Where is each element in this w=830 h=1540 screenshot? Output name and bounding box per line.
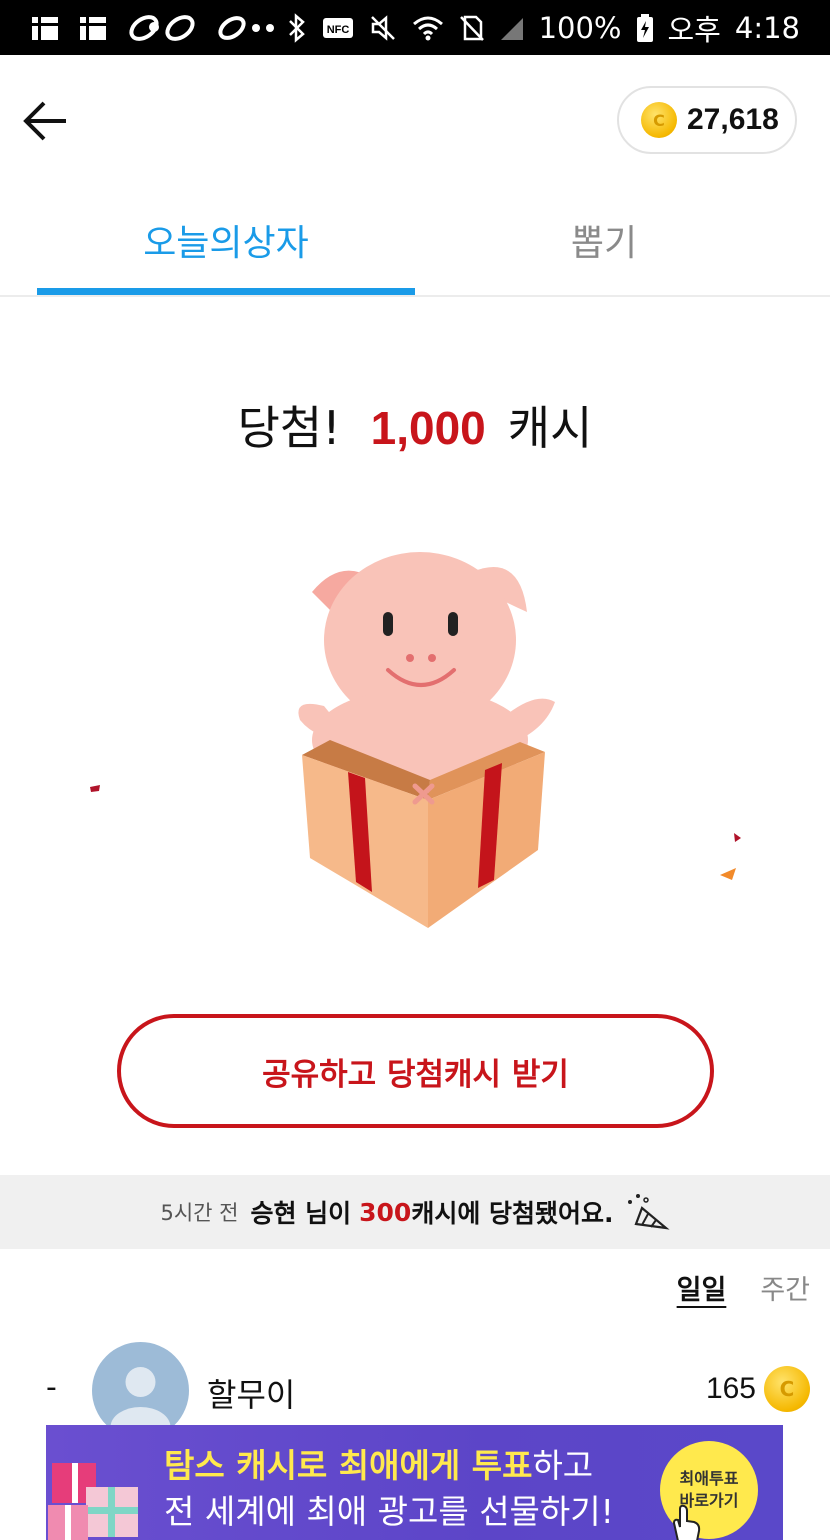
tab-todays-box[interactable]: 오늘의상자 — [37, 185, 415, 295]
notice-suffix: 캐시에 당첨됐어요. — [411, 1199, 614, 1228]
back-button[interactable] — [18, 93, 74, 149]
link-icon — [218, 15, 274, 40]
ad-headline-rest: 하고 — [532, 1446, 594, 1485]
period-daily[interactable]: 일일 — [677, 1268, 727, 1307]
wifi-icon — [412, 16, 443, 40]
ad-banner[interactable]: 탐스 캐시로 최애에게 투표하고 전 세계에 최애 광고를 선물하기! 최애투표… — [46, 1425, 783, 1540]
battery-charging-icon — [636, 13, 653, 42]
confetti-piece — [720, 868, 736, 880]
gift-boxes-icon — [48, 1463, 138, 1540]
hand-pointer-icon — [672, 1504, 701, 1540]
link-icon — [129, 14, 195, 41]
notice-points: 300 — [359, 1197, 412, 1227]
tab-draw[interactable]: 뽑기 — [415, 185, 793, 295]
status-bar: NFC 100% 오후 4:18 — [0, 0, 830, 55]
notice-time: 5시간 전 — [160, 1201, 239, 1225]
active-tab-indicator — [37, 288, 415, 295]
no-sim-icon — [459, 15, 484, 41]
system-icons: NFC 100% 오후 4:18 — [287, 7, 800, 49]
win-headline: 당첨! 1,000 캐시 — [0, 392, 830, 458]
notification-icons — [30, 13, 278, 43]
ad-headline: 탐스 캐시로 최애에게 투표하고 — [164, 1439, 593, 1487]
period-weekly[interactable]: 주간 — [760, 1268, 810, 1307]
ad-headline-highlight: 탐스 캐시로 최애에게 투표 — [164, 1446, 533, 1485]
mute-icon — [370, 14, 395, 41]
share-claim-button[interactable]: 공유하고 당첨캐시 받기 — [117, 1014, 714, 1128]
ad-badge-line1: 최애투표 — [679, 1469, 739, 1489]
arrow-left-icon — [23, 101, 66, 141]
win-amount: 1,000 — [370, 402, 486, 454]
rank-score: 165 — [705, 1372, 756, 1405]
nfc-icon: NFC — [322, 17, 353, 38]
recent-winner-notice: 5시간 전 승현 님이 300 캐시에 당첨됐어요. — [0, 1175, 830, 1249]
signal-icon — [500, 17, 523, 40]
coin-icon: C — [641, 102, 677, 138]
top-bar: C 27,618 — [0, 55, 830, 185]
clock: 4:18 — [734, 10, 800, 45]
ad-subline: 전 세계에 최애 광고를 선물하기! — [164, 1492, 614, 1531]
bluetooth-icon — [288, 12, 305, 43]
confetti-piece — [734, 833, 741, 842]
app-notification-icon — [32, 16, 58, 40]
coin-balance-pill[interactable]: C 27,618 — [617, 86, 797, 154]
rank-username: 할무이 — [207, 1376, 296, 1414]
time-period: 오후 — [667, 12, 721, 47]
party-popper-icon — [627, 1194, 670, 1230]
pig-in-gift-box-illustration — [90, 552, 741, 928]
coin-balance: 27,618 — [687, 103, 779, 136]
battery-percent: 100% — [538, 10, 622, 45]
notice-name: 승현 님이 — [250, 1199, 352, 1228]
rank-position: - — [46, 1370, 57, 1405]
coin-icon: C — [764, 1366, 810, 1412]
win-unit: 캐시 — [507, 401, 593, 455]
win-prefix: 당첨! — [237, 401, 341, 455]
tab-bar: 오늘의상자 뽑기 — [0, 185, 830, 297]
svg-text:NFC: NFC — [326, 24, 349, 36]
period-toggle: 일일 주간 — [677, 1268, 810, 1307]
confetti-piece — [90, 785, 100, 792]
app-notification-icon — [80, 16, 106, 40]
